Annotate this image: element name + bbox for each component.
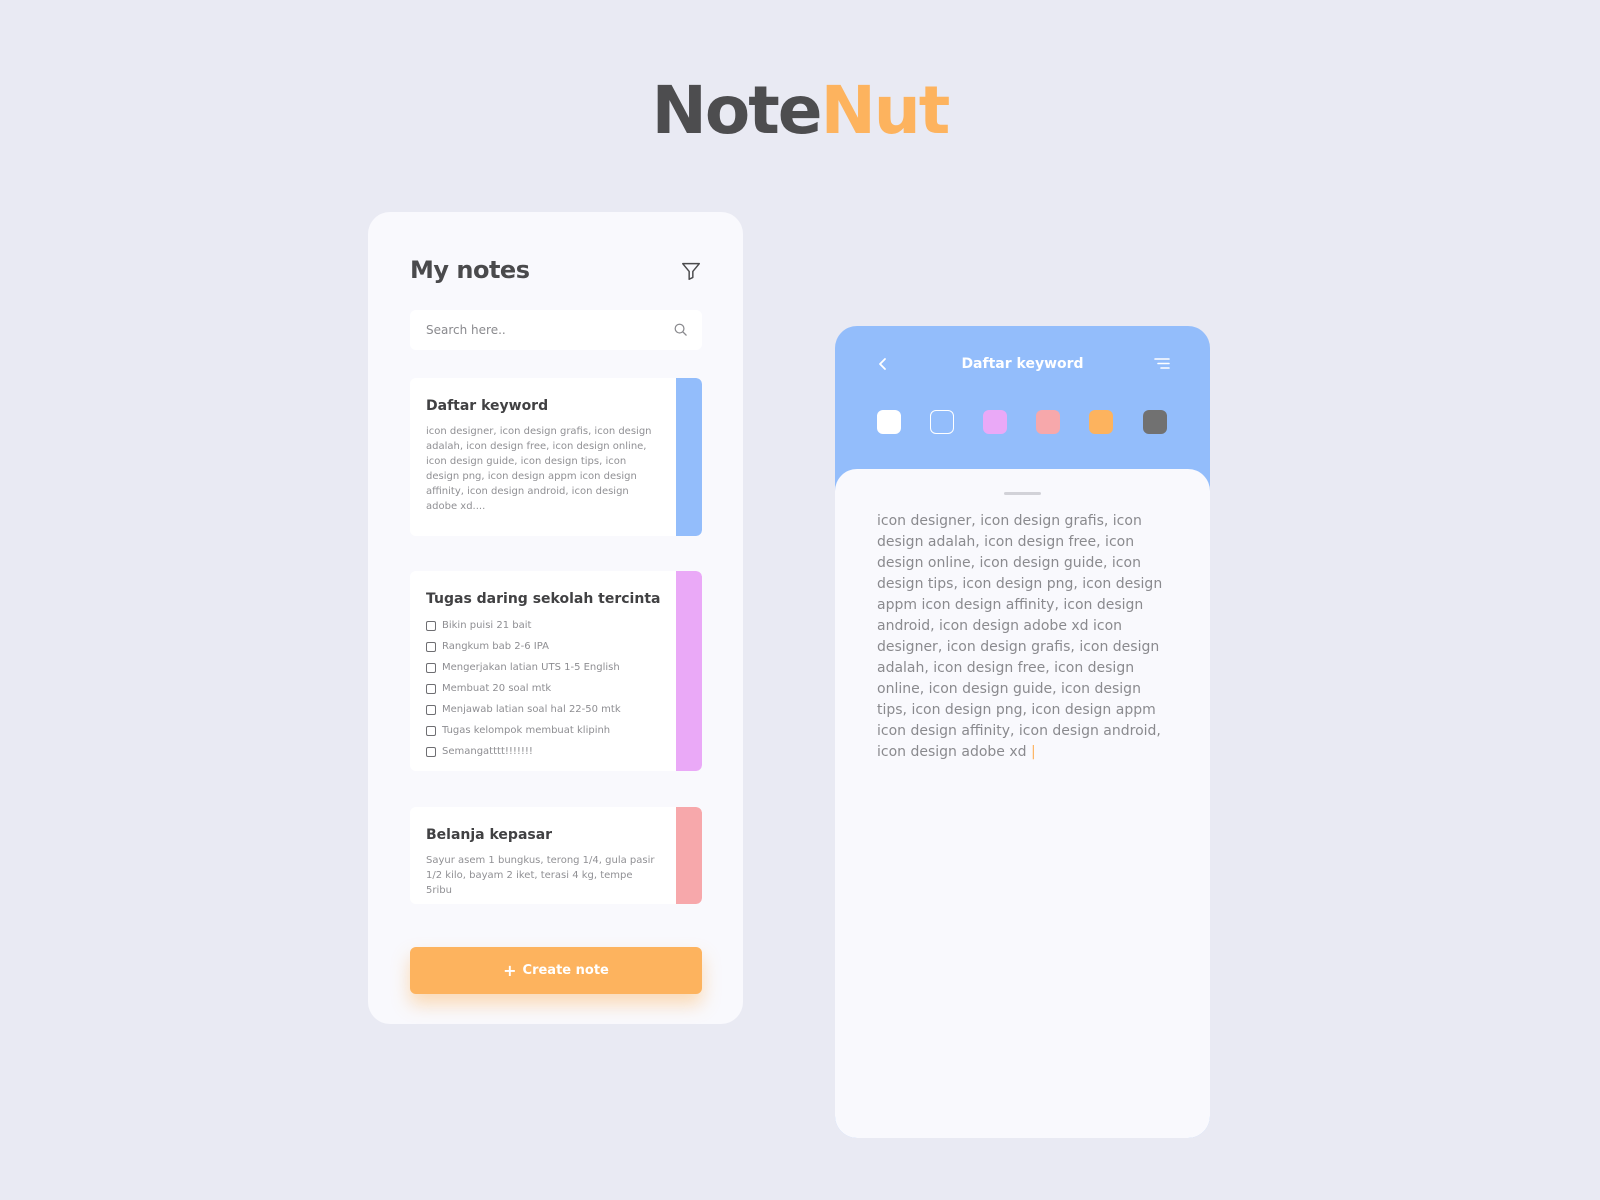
todo-item: Bikin puisi 21 bait (426, 615, 666, 636)
note-title: Daftar keyword (426, 398, 549, 414)
note-preview: Sayur asem 1 bungkus, terong 1/4, gula p… (426, 855, 655, 896)
editor-sheet: icon designer, icon design grafis, icon … (835, 469, 1210, 1138)
todo-item: Rangkum bab 2-6 IPA (426, 636, 666, 657)
todo-item: Mengerjakan latian UTS 1-5 English (426, 657, 666, 678)
app-logo: NoteNut (0, 78, 1600, 144)
todo-text: Tugas kelompok membuat klipinh (442, 725, 611, 736)
color-picker (877, 410, 1167, 434)
color-swatch-orange[interactable] (1089, 410, 1113, 434)
menu-lines-icon[interactable] (1154, 356, 1170, 372)
search-input[interactable] (410, 310, 660, 350)
note-color-strip (676, 571, 702, 771)
color-swatch-gray[interactable] (1143, 410, 1167, 434)
todo-item: Semangatttt!!!!!!! (426, 741, 666, 762)
todo-checkbox[interactable] (426, 662, 436, 673)
text-caret: | (1030, 744, 1036, 760)
note-title: Tugas daring sekolah tercinta (426, 591, 661, 607)
todo-checkbox[interactable] (426, 620, 436, 631)
note-preview: icon designer, icon design grafis, icon … (426, 426, 652, 512)
color-swatch-red[interactable] (1036, 410, 1060, 434)
todo-checkbox[interactable] (426, 641, 436, 652)
color-swatch-pink[interactable] (983, 410, 1007, 434)
search-icon[interactable] (673, 322, 688, 337)
todo-checkbox[interactable] (426, 725, 436, 736)
todo-item: Tugas kelompok membuat klipinh (426, 720, 666, 741)
create-note-label: Create note (522, 963, 609, 978)
notes-list-screen: My notes Daftar keyword icon designer, i… (368, 212, 743, 1024)
color-swatch-white[interactable] (877, 410, 901, 434)
note-card[interactable]: Tugas daring sekolah tercinta Bikin puis… (410, 571, 702, 771)
page-title: My notes (410, 256, 530, 284)
note-card[interactable]: Belanja kepasar Sayur asem 1 bungkus, te… (410, 807, 702, 904)
color-swatch-blue[interactable] (930, 410, 954, 434)
note-editor-screen: Daftar keyword icon designer, icon desig… (835, 326, 1210, 1138)
drag-handle[interactable] (1004, 492, 1041, 495)
filter-icon[interactable] (680, 260, 702, 282)
note-color-strip (676, 807, 702, 904)
search-bar (410, 310, 702, 350)
create-note-button[interactable]: + Create note (410, 947, 702, 994)
todo-text: Membuat 20 soal mtk (442, 683, 552, 694)
todo-checkbox[interactable] (426, 746, 436, 757)
note-title: Belanja kepasar (426, 827, 553, 843)
todo-text: Menjawab latian soal hal 22-50 mtk (442, 704, 621, 715)
todo-text: Bikin puisi 21 bait (442, 620, 532, 631)
note-color-strip (676, 378, 702, 536)
todo-checkbox[interactable] (426, 704, 436, 715)
note-card[interactable]: Daftar keyword icon designer, icon desig… (410, 378, 702, 536)
notes-header: My notes (410, 256, 702, 292)
todo-text: Mengerjakan latian UTS 1-5 English (442, 662, 620, 673)
todo-checkbox[interactable] (426, 683, 436, 694)
todo-list: Bikin puisi 21 bait Rangkum bab 2-6 IPA … (426, 615, 666, 762)
todo-item: Menjawab latian soal hal 22-50 mtk (426, 699, 666, 720)
note-content-text: icon designer, icon design grafis, icon … (877, 513, 1163, 760)
todo-text: Semangatttt!!!!!!! (442, 746, 533, 757)
todo-text: Rangkum bab 2-6 IPA (442, 641, 549, 652)
logo-text-nut: Nut (820, 72, 951, 149)
note-content-editor[interactable]: icon designer, icon design grafis, icon … (877, 511, 1167, 763)
plus-icon: + (503, 960, 517, 980)
logo-text-note: Note (651, 72, 823, 149)
todo-item: Membuat 20 soal mtk (426, 678, 666, 699)
